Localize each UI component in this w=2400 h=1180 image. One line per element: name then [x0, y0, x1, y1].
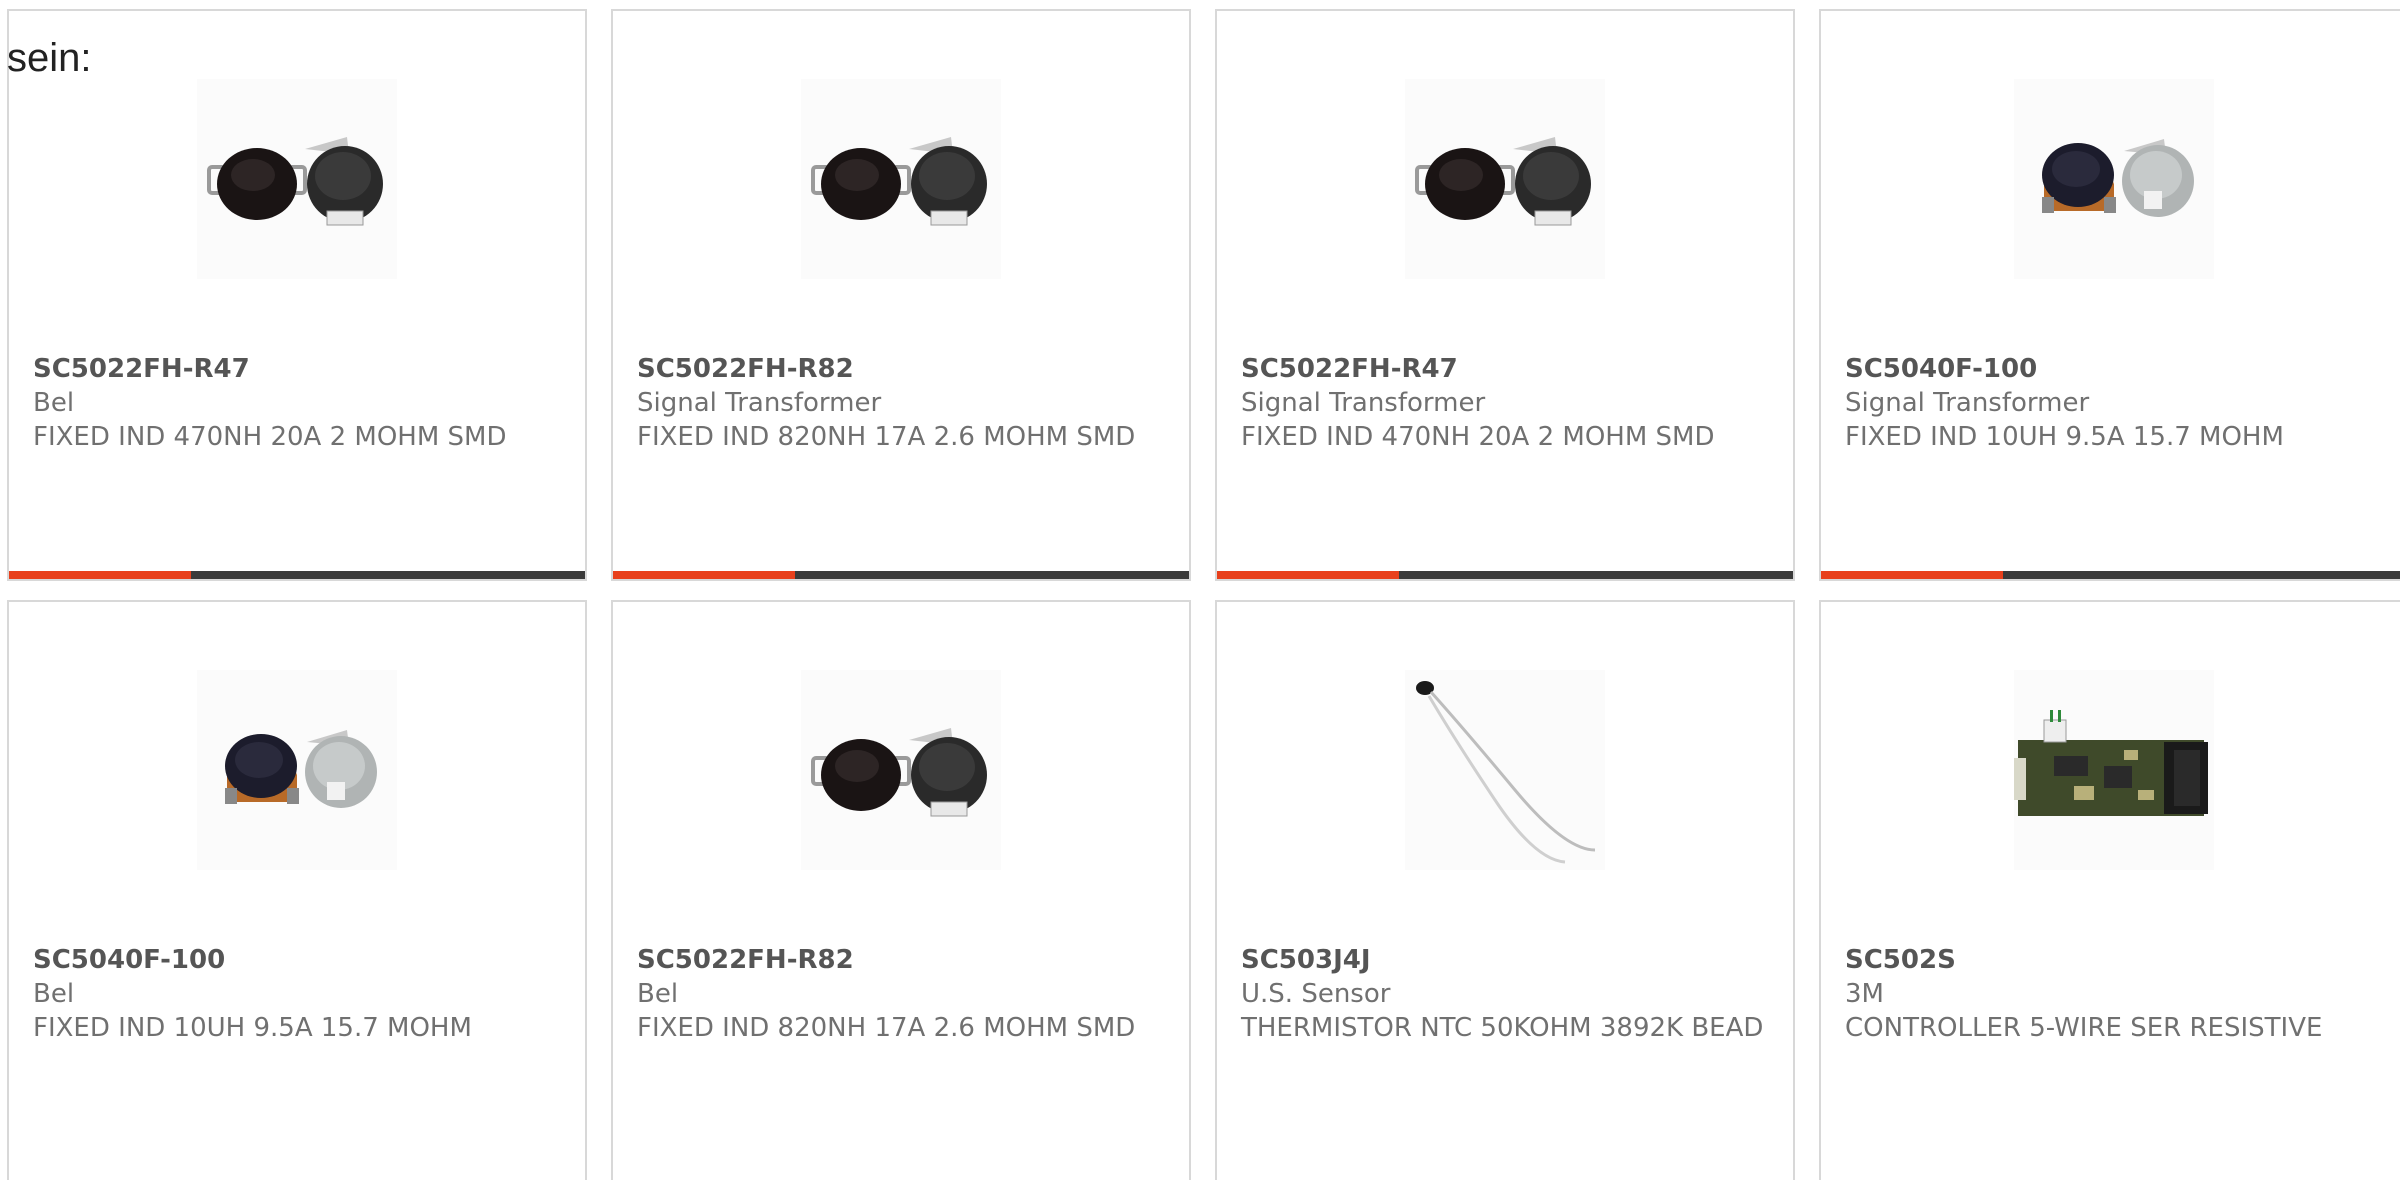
progress-bar: [613, 571, 1189, 579]
description: FIXED IND 10UH 9.5A 15.7 MOHM: [1845, 422, 2284, 452]
progress-fill: [613, 571, 795, 579]
part-number[interactable]: SC5040F-100: [33, 943, 565, 977]
description: FIXED IND 10UH 9.5A 15.7 MOHM: [33, 1013, 472, 1043]
product-card[interactable]: SC5022FH-R47 Bel FIXED IND 470NH 20A 2 M…: [7, 9, 587, 581]
product-card[interactable]: SC503J4J U.S. Sensor THERMISTOR NTC 50KO…: [1215, 600, 1795, 1180]
product-card[interactable]: SC5022FH-R47 Signal Transformer FIXED IN…: [1215, 9, 1795, 581]
progress-fill: [9, 571, 191, 579]
manufacturer: Signal Transformer: [1241, 388, 1486, 418]
smd-inductor-copper-pair-icon[interactable]: [2014, 79, 2214, 279]
manufacturer: Signal Transformer: [1845, 388, 2090, 418]
progress-fill: [1821, 571, 2003, 579]
manufacturer: Bel: [637, 979, 679, 1009]
part-number[interactable]: SC502S: [1845, 943, 2387, 977]
description: THERMISTOR NTC 50KOHM 3892K BEAD: [1241, 1013, 1764, 1043]
part-number[interactable]: SC5022FH-R82: [637, 943, 1169, 977]
product-info: SC502S 3M CONTROLLER 5-WIRE SER RESISTIV…: [1845, 943, 2387, 1045]
manufacturer: Bel: [33, 979, 75, 1009]
product-info: SC5022FH-R47 Signal Transformer FIXED IN…: [1241, 352, 1773, 454]
progress-bar: [9, 571, 585, 579]
smd-inductor-pair-icon[interactable]: [801, 670, 1001, 870]
description: FIXED IND 470NH 20A 2 MOHM SMD: [33, 422, 507, 452]
description: FIXED IND 820NH 17A 2.6 MOHM SMD: [637, 1013, 1136, 1043]
thermistor-bead-icon[interactable]: [1405, 670, 1605, 870]
product-info: SC5040F-100 Signal Transformer FIXED IND…: [1845, 352, 2387, 454]
product-card[interactable]: SC5022FH-R82 Signal Transformer FIXED IN…: [611, 9, 1191, 581]
part-number[interactable]: SC5022FH-R47: [33, 352, 565, 386]
controller-board-icon[interactable]: [2014, 670, 2214, 870]
smd-inductor-pair-icon[interactable]: [197, 79, 397, 279]
progress-bar: [1821, 571, 2400, 579]
product-info: SC5022FH-R82 Signal Transformer FIXED IN…: [637, 352, 1169, 454]
description: FIXED IND 470NH 20A 2 MOHM SMD: [1241, 422, 1715, 452]
product-info: SC5022FH-R82 Bel FIXED IND 820NH 17A 2.6…: [637, 943, 1169, 1045]
product-info: SC5040F-100 Bel FIXED IND 10UH 9.5A 15.7…: [33, 943, 565, 1045]
product-info: SC5022FH-R47 Bel FIXED IND 470NH 20A 2 M…: [33, 352, 565, 454]
manufacturer: Bel: [33, 388, 75, 418]
smd-inductor-copper-pair-icon[interactable]: [197, 670, 397, 870]
product-card[interactable]: SC5040F-100 Signal Transformer FIXED IND…: [1819, 9, 2400, 581]
progress-fill: [1217, 571, 1399, 579]
product-info: SC503J4J U.S. Sensor THERMISTOR NTC 50KO…: [1241, 943, 1773, 1045]
product-card[interactable]: SC502S 3M CONTROLLER 5-WIRE SER RESISTIV…: [1819, 600, 2400, 1180]
part-number[interactable]: SC503J4J: [1241, 943, 1773, 977]
manufacturer: U.S. Sensor: [1241, 979, 1391, 1009]
part-number[interactable]: SC5022FH-R82: [637, 352, 1169, 386]
description: CONTROLLER 5-WIRE SER RESISTIVE: [1845, 1013, 2323, 1043]
progress-bar: [1217, 571, 1793, 579]
smd-inductor-pair-icon[interactable]: [801, 79, 1001, 279]
smd-inductor-pair-icon[interactable]: [1405, 79, 1605, 279]
part-number[interactable]: SC5040F-100: [1845, 352, 2387, 386]
product-card[interactable]: SC5022FH-R82 Bel FIXED IND 820NH 17A 2.6…: [611, 600, 1191, 1180]
product-grid: SC5022FH-R47 Bel FIXED IND 470NH 20A 2 M…: [0, 0, 2400, 1180]
part-number[interactable]: SC5022FH-R47: [1241, 352, 1773, 386]
manufacturer: Signal Transformer: [637, 388, 882, 418]
intro-text: sein:: [7, 36, 92, 80]
manufacturer: 3M: [1845, 979, 1884, 1009]
description: FIXED IND 820NH 17A 2.6 MOHM SMD: [637, 422, 1136, 452]
product-card[interactable]: SC5040F-100 Bel FIXED IND 10UH 9.5A 15.7…: [7, 600, 587, 1180]
